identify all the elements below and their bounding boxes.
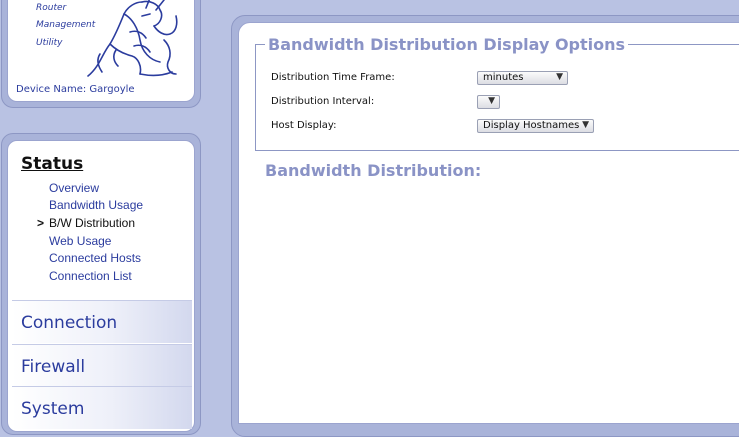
chevron-down-icon: ▼ bbox=[582, 120, 589, 130]
distribution-heading: Bandwidth Distribution: bbox=[265, 161, 482, 180]
nav-section-system-label: System bbox=[21, 399, 85, 419]
nav-section-connection-label: Connection bbox=[21, 313, 118, 333]
nav-item-connection-list[interactable]: Connection List bbox=[49, 269, 132, 283]
nav-section-system[interactable]: System bbox=[12, 386, 192, 429]
interval-label: Distribution Interval: bbox=[271, 96, 375, 107]
nav-item-web-usage[interactable]: Web Usage bbox=[49, 234, 111, 248]
gargoyle-logo-icon bbox=[87, 0, 178, 77]
host-display-value: Display Hostnames bbox=[483, 120, 580, 131]
nav-section-firewall[interactable]: Firewall bbox=[12, 344, 192, 387]
logo-text-router: Router bbox=[36, 3, 67, 13]
host-display-label: Host Display: bbox=[271, 120, 337, 131]
nav-section-firewall-label: Firewall bbox=[21, 357, 86, 377]
device-name: Device Name: Gargoyle bbox=[16, 84, 135, 95]
nav-item-connected-hosts[interactable]: Connected Hosts bbox=[49, 251, 141, 265]
nav-section-status[interactable]: Status bbox=[21, 154, 83, 174]
time-frame-label: Distribution Time Frame: bbox=[271, 72, 395, 83]
chevron-down-icon: ▼ bbox=[488, 96, 495, 106]
nav-item-bandwidth-usage[interactable]: Bandwidth Usage bbox=[49, 198, 143, 212]
logo-text-utility: Utility bbox=[36, 38, 63, 48]
nav-item-overview[interactable]: Overview bbox=[49, 181, 99, 195]
time-frame-select[interactable]: minutes ▼ bbox=[477, 71, 568, 85]
active-item-marker: > bbox=[37, 216, 45, 230]
chevron-down-icon: ▼ bbox=[556, 72, 563, 82]
nav-item-bw-distribution[interactable]: B/W Distribution bbox=[49, 216, 135, 230]
display-options-title: Bandwidth Distribution Display Options bbox=[265, 35, 629, 54]
nav-section-connection[interactable]: Connection bbox=[12, 300, 192, 343]
time-frame-value: minutes bbox=[483, 72, 524, 83]
interval-select[interactable]: ▼ bbox=[477, 95, 500, 109]
host-display-select[interactable]: Display Hostnames ▼ bbox=[477, 119, 594, 133]
